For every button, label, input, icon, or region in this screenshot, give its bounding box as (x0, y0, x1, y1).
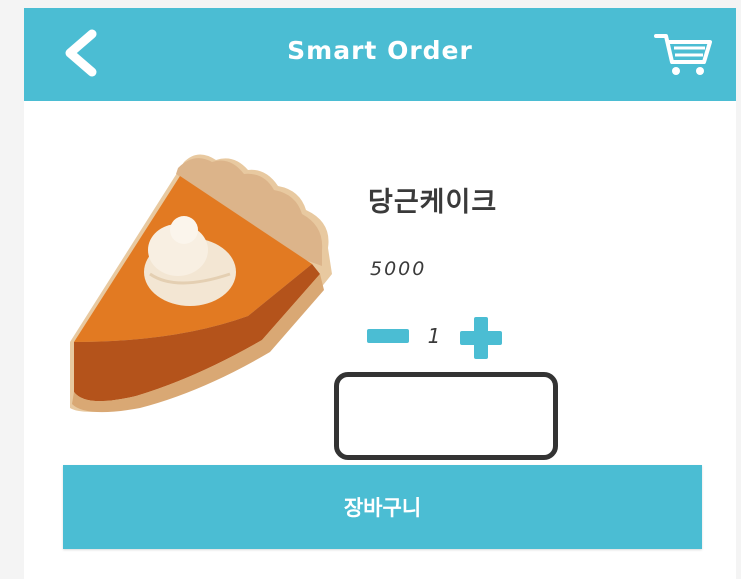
product-image (66, 146, 348, 418)
pie-slice-icon (70, 154, 332, 413)
increase-quantity-button[interactable] (460, 317, 502, 359)
add-to-cart-button[interactable]: 장바구니 (63, 465, 702, 549)
option-input-box[interactable] (334, 372, 558, 460)
decrease-quantity-button[interactable] (367, 327, 409, 345)
minus-icon (367, 329, 409, 343)
plus-icon (460, 317, 502, 359)
quantity-value: 1 (427, 324, 441, 348)
screen: Smart Order 당근케이크 5000 1 장바구니 (24, 8, 736, 579)
shopping-cart-icon (654, 34, 712, 75)
app-header: Smart Order (24, 8, 736, 101)
app-title: Smart Order (287, 36, 473, 65)
cart-button[interactable] (652, 30, 716, 78)
product-price: 5000 (370, 258, 427, 280)
product-name: 당근케이크 (368, 187, 498, 218)
